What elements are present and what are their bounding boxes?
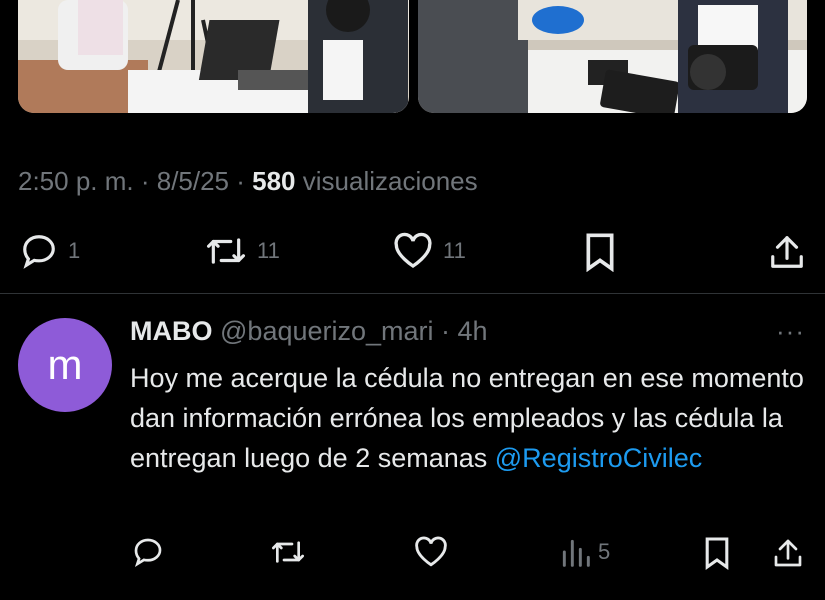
share-icon bbox=[771, 236, 803, 268]
divider bbox=[0, 293, 825, 294]
tweet-date: 8/5/25 bbox=[156, 166, 230, 196]
bookmark-icon bbox=[586, 233, 614, 272]
like-icon bbox=[394, 232, 432, 268]
views-label[interactable]: visualizaciones bbox=[296, 166, 478, 196]
tweet-photo-left[interactable] bbox=[18, 0, 409, 113]
repost-icon bbox=[206, 238, 245, 264]
view-count: 580 bbox=[252, 166, 296, 196]
avatar[interactable]: m bbox=[18, 318, 112, 412]
reply-views-button[interactable]: 5 bbox=[560, 536, 610, 568]
reply-text: Hoy me acerque la cédula no entregan en … bbox=[130, 363, 804, 473]
reply-action-bar: 5 bbox=[0, 532, 825, 576]
reply-repost-button[interactable] bbox=[270, 536, 306, 568]
share-icon bbox=[774, 539, 802, 567]
repost-icon bbox=[272, 541, 304, 563]
reply-icon bbox=[134, 538, 162, 568]
reply-reply-button[interactable] bbox=[132, 536, 164, 568]
tweet-photo-right[interactable] bbox=[418, 0, 807, 113]
reply-view-count: 5 bbox=[598, 539, 611, 564]
reply-bookmark-button[interactable] bbox=[703, 536, 731, 570]
more-icon[interactable]: ··· bbox=[776, 316, 805, 347]
reply-time[interactable]: 4h bbox=[458, 316, 488, 346]
tweet-time: 2:50 p. m. bbox=[18, 166, 134, 196]
reply-icon bbox=[23, 235, 55, 269]
repost-count: 11 bbox=[257, 238, 280, 263]
tweet-action-bar: 1 11 11 bbox=[0, 228, 825, 274]
author-name[interactable]: MABO bbox=[130, 316, 213, 346]
reply-like-button[interactable] bbox=[414, 536, 448, 568]
author-handle[interactable]: @baquerizo_mari bbox=[220, 316, 434, 346]
reply-count: 1 bbox=[68, 238, 81, 263]
views-icon bbox=[562, 539, 590, 567]
repost-button[interactable]: 11 bbox=[205, 232, 280, 270]
reply-header: MABO @baquerizo_mari · 4h bbox=[130, 316, 488, 346]
like-button[interactable]: 11 bbox=[393, 232, 466, 270]
bookmark-icon bbox=[705, 537, 729, 570]
bookmark-button[interactable] bbox=[583, 232, 617, 272]
reply-share-button[interactable] bbox=[772, 536, 804, 570]
mention-link[interactable]: @RegistroCivilec bbox=[495, 443, 702, 473]
tweet-meta: 2:50 p. m. · 8/5/25 · 580 visualizacione… bbox=[18, 166, 478, 196]
like-count: 11 bbox=[443, 238, 466, 263]
share-button[interactable] bbox=[768, 232, 806, 272]
reply-button[interactable]: 1 bbox=[20, 232, 80, 270]
like-icon bbox=[415, 536, 447, 567]
